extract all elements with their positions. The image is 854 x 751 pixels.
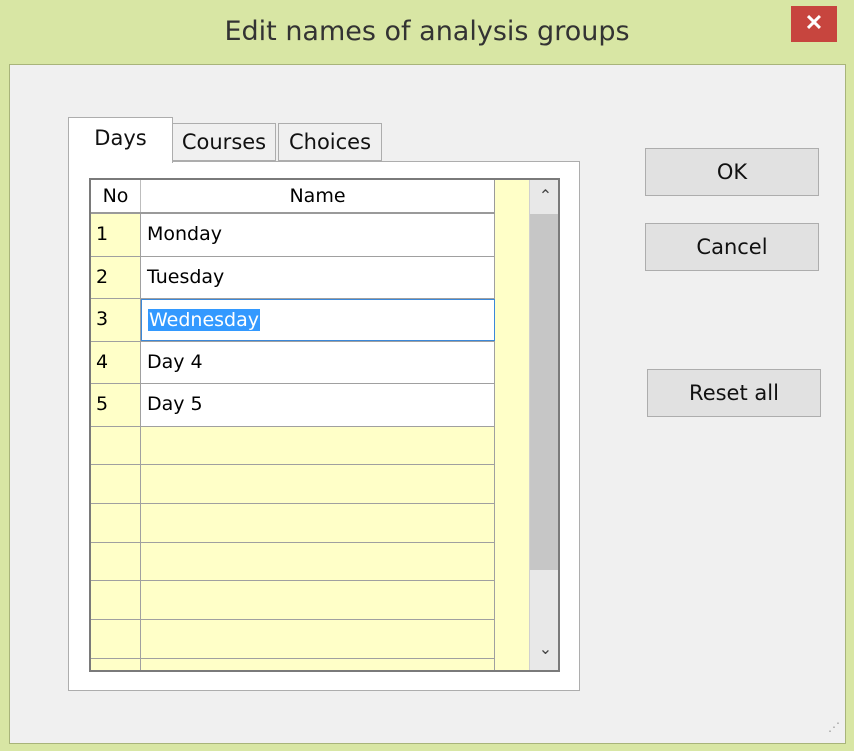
chevron-down-icon[interactable]: ⌄ (530, 633, 558, 667)
column-header-name[interactable]: Name (141, 180, 495, 212)
close-icon: ✕ (804, 10, 824, 35)
row-number-cell (91, 581, 141, 619)
row-number-cell: 5 (91, 384, 141, 426)
name-cell[interactable] (141, 503, 495, 542)
dialog-window: Edit names of analysis groups ✕ Days Cou… (0, 0, 854, 751)
names-grid[interactable]: No Name 1 Monday 2 Tuesday 3 Wednesday 4… (89, 178, 560, 672)
name-cell[interactable] (141, 426, 495, 465)
grid-body: 1 Monday 2 Tuesday 3 Wednesday 4 Day 4 5… (91, 214, 495, 670)
cancel-button[interactable]: Cancel (645, 223, 819, 271)
name-cell[interactable] (141, 581, 495, 619)
window-title: Edit names of analysis groups (224, 16, 630, 47)
row-number-cell: 4 (91, 341, 141, 383)
column-header-no[interactable]: No (91, 180, 141, 212)
row-number-cell: 3 (91, 299, 141, 341)
name-cell[interactable]: Day 5 (141, 384, 495, 426)
resize-grip-icon[interactable]: ⋰ (828, 720, 842, 734)
table-row[interactable]: 2 Tuesday (91, 256, 495, 299)
vertical-scrollbar[interactable]: ⌃ ⌄ (529, 180, 558, 670)
dialog-body: Days Courses Choices No Name 1 Monday 2 (9, 64, 846, 744)
tab-days[interactable]: Days (68, 117, 173, 163)
empty-row[interactable] (91, 465, 495, 504)
table-row[interactable]: 3 Wednesday (91, 299, 495, 342)
row-number-cell (91, 465, 141, 503)
name-cell[interactable] (141, 658, 495, 670)
empty-row[interactable] (91, 426, 495, 466)
selected-text[interactable]: Wednesday (148, 309, 261, 331)
scrollbar-thumb[interactable] (530, 214, 558, 570)
name-cell[interactable] (141, 465, 495, 503)
reset-all-button[interactable]: Reset all (647, 369, 821, 417)
name-cell[interactable]: Tuesday (141, 256, 495, 298)
empty-row[interactable] (91, 542, 495, 582)
row-number-cell: 1 (91, 214, 141, 256)
row-number-cell: 2 (91, 256, 141, 298)
row-number-cell (91, 503, 141, 542)
empty-row[interactable] (91, 503, 495, 543)
table-row[interactable]: 1 Monday (91, 214, 495, 257)
row-number-cell (91, 542, 141, 581)
close-button[interactable]: ✕ (791, 6, 837, 42)
name-cell[interactable] (141, 542, 495, 581)
grid-header: No Name (91, 180, 495, 214)
table-row[interactable]: 5 Day 5 (91, 384, 495, 427)
empty-row[interactable] (91, 658, 495, 670)
table-row[interactable]: 4 Day 4 (91, 341, 495, 384)
tab-panel-days: No Name 1 Monday 2 Tuesday 3 Wednesday 4… (68, 161, 580, 691)
chevron-up-icon[interactable]: ⌃ (530, 180, 558, 214)
name-cell[interactable] (141, 619, 495, 658)
tab-courses[interactable]: Courses (172, 123, 276, 161)
empty-row[interactable] (91, 581, 495, 620)
row-number-cell (91, 658, 141, 670)
tab-choices[interactable]: Choices (278, 123, 382, 161)
name-edit-field[interactable]: Wednesday (141, 299, 495, 341)
ok-button[interactable]: OK (645, 148, 819, 196)
grid-filler (495, 180, 529, 670)
title-bar[interactable]: Edit names of analysis groups ✕ (0, 0, 854, 62)
name-cell[interactable]: Day 4 (141, 341, 495, 383)
name-cell[interactable]: Monday (141, 214, 495, 256)
empty-row[interactable] (91, 619, 495, 659)
row-number-cell (91, 619, 141, 658)
row-number-cell (91, 426, 141, 465)
